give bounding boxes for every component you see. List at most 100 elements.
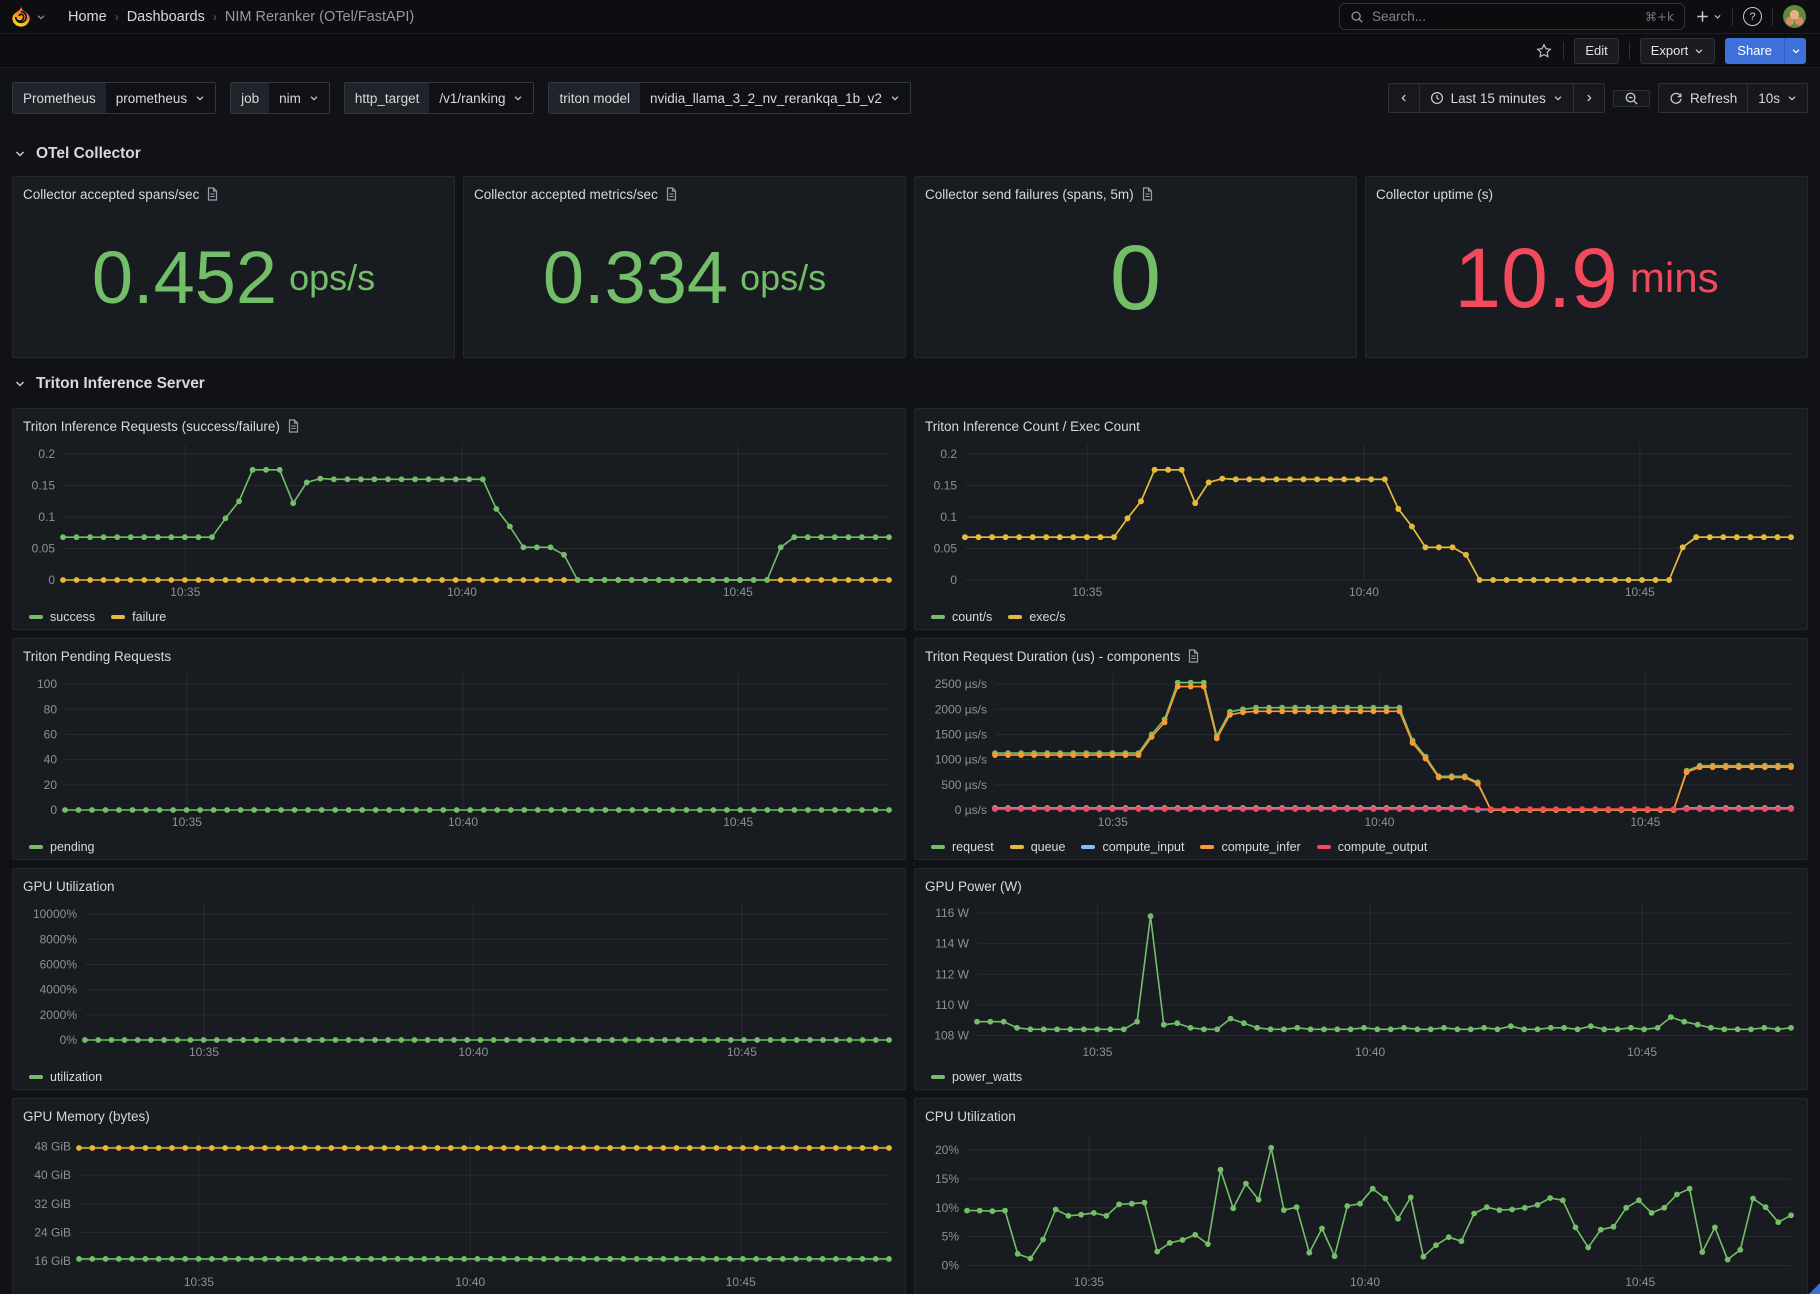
panel-description-icon[interactable] bbox=[665, 187, 678, 201]
variable-job[interactable]: jobnim bbox=[230, 82, 330, 114]
x-axis-label: 10:45 bbox=[723, 815, 753, 829]
time-shift-forward-button[interactable] bbox=[1574, 83, 1605, 113]
stat-unit: mins bbox=[1630, 257, 1719, 299]
panel-description-icon[interactable] bbox=[206, 187, 219, 201]
chart-plot-area[interactable]: 0%2000%4000%6000%8000%10000%10:3510:4010… bbox=[23, 897, 895, 1066]
legend-item-compute-input[interactable]: compute_input bbox=[1081, 840, 1184, 854]
panel-title[interactable]: Triton Pending Requests bbox=[23, 649, 171, 664]
y-axis-label: 114 W bbox=[935, 937, 969, 951]
variable-value-picker[interactable]: nvidia_llama_3_2_nv_rerankqa_1b_v2 bbox=[640, 83, 910, 113]
breadcrumb-dashboards[interactable]: Dashboards bbox=[127, 9, 205, 25]
panel-header: Collector uptime (s) bbox=[1376, 183, 1797, 205]
legend-item-compute-infer[interactable]: compute_infer bbox=[1200, 840, 1300, 854]
y-axis-label: 10% bbox=[935, 1201, 959, 1215]
panel-header: CPU Utilization bbox=[925, 1105, 1797, 1127]
chart-plot-area[interactable]: 00.050.10.150.210:3510:4010:45 bbox=[23, 437, 895, 606]
help-icon[interactable]: ? bbox=[1743, 7, 1762, 26]
legend-item-exec-s[interactable]: exec/s bbox=[1008, 610, 1065, 624]
panel-title[interactable]: GPU Memory (bytes) bbox=[23, 1109, 150, 1124]
panel-title[interactable]: GPU Utilization bbox=[23, 879, 115, 894]
panel-collector-uptime-s: Collector uptime (s)10.9mins bbox=[1365, 176, 1808, 358]
x-axis-label: 10:40 bbox=[447, 585, 477, 599]
legend-item-utilization[interactable]: utilization bbox=[29, 1070, 102, 1084]
series-line-compute-infer bbox=[995, 687, 1791, 810]
resize-corner-indicator[interactable] bbox=[1809, 1283, 1820, 1294]
legend-item-power-watts[interactable]: power_watts bbox=[931, 1070, 1022, 1084]
legend-item-queue[interactable]: queue bbox=[1010, 840, 1066, 854]
variable-value-picker[interactable]: /v1/ranking bbox=[429, 83, 533, 113]
x-axis-label: 10:40 bbox=[1349, 585, 1379, 599]
section-otel-collector[interactable]: OTel Collector bbox=[14, 140, 1808, 168]
chart-plot-area[interactable]: 108 W110 W112 W114 W116 W10:3510:4010:45 bbox=[925, 897, 1797, 1066]
time-shift-back-button[interactable] bbox=[1388, 83, 1420, 113]
panel-description-icon[interactable] bbox=[1141, 187, 1154, 201]
x-axis-label: 10:40 bbox=[1355, 1045, 1385, 1059]
legend-item-request[interactable]: request bbox=[931, 840, 994, 854]
y-axis-label: 0 bbox=[48, 573, 55, 587]
x-axis-label: 10:45 bbox=[723, 585, 753, 599]
panel-title[interactable]: Triton Request Duration (us) - component… bbox=[925, 649, 1180, 664]
x-axis-label: 10:35 bbox=[172, 815, 202, 829]
panel-title[interactable]: CPU Utilization bbox=[925, 1109, 1016, 1124]
x-axis-label: 10:40 bbox=[1350, 1275, 1380, 1289]
panel-description-icon[interactable] bbox=[1187, 649, 1200, 663]
stat-value-container: 0.452ops/s bbox=[23, 205, 444, 351]
legend-item-compute-output[interactable]: compute_output bbox=[1317, 840, 1428, 854]
panel-title[interactable]: Collector send failures (spans, 5m) bbox=[925, 187, 1134, 202]
legend-label: request bbox=[952, 840, 994, 854]
share-button[interactable]: Share bbox=[1725, 38, 1784, 64]
chart-plot-area[interactable]: 02040608010010:3510:4010:45 bbox=[23, 667, 895, 836]
panel-title[interactable]: Collector accepted metrics/sec bbox=[474, 187, 658, 202]
divider bbox=[1563, 42, 1564, 60]
grafana-logo[interactable] bbox=[10, 5, 46, 28]
panel-header: Collector accepted spans/sec bbox=[23, 183, 444, 205]
chart-plot-area[interactable]: 00.050.10.150.210:3510:4010:45 bbox=[925, 437, 1797, 606]
refresh-button[interactable]: Refresh bbox=[1658, 83, 1748, 113]
panel-title[interactable]: Triton Inference Requests (success/failu… bbox=[23, 419, 280, 434]
panel-title[interactable]: GPU Power (W) bbox=[925, 879, 1022, 894]
variable-prometheus[interactable]: Prometheusprometheus bbox=[12, 82, 216, 114]
panel-gpu-memory-bytes: GPU Memory (bytes) 16 GiB24 GiB32 GiB40 G… bbox=[12, 1098, 906, 1294]
search-input[interactable]: Search... ⌘+k bbox=[1339, 3, 1685, 30]
chart-canvas: 02040608010010:3510:4010:45 bbox=[23, 667, 895, 831]
section-triton-inference-server[interactable]: Triton Inference Server bbox=[14, 370, 1808, 398]
stat-value: 0.452 bbox=[92, 241, 277, 315]
zoom-out-button[interactable] bbox=[1613, 90, 1650, 107]
chart-plot-area[interactable]: 16 GiB24 GiB32 GiB40 GiB48 GiB10:3510:40… bbox=[23, 1127, 895, 1294]
panel-description-icon[interactable] bbox=[287, 419, 300, 433]
x-axis-label: 10:35 bbox=[1098, 815, 1128, 829]
chart-plot-area[interactable]: 0%5%10%15%20%10:3510:4010:45 bbox=[925, 1127, 1797, 1294]
variable-value-picker[interactable]: nim bbox=[269, 83, 329, 113]
breadcrumb-home[interactable]: Home bbox=[68, 9, 107, 25]
add-button[interactable] bbox=[1695, 9, 1722, 24]
chevron-down-icon bbox=[1791, 46, 1801, 56]
refresh-interval-picker[interactable]: 10s bbox=[1748, 83, 1808, 113]
time-range-label: Last 15 minutes bbox=[1451, 91, 1546, 106]
legend-item-success[interactable]: success bbox=[29, 610, 95, 624]
time-range-picker[interactable]: Last 15 minutes bbox=[1420, 83, 1574, 113]
variable-triton-model[interactable]: triton modelnvidia_llama_3_2_nv_rerankqa… bbox=[548, 82, 910, 114]
legend-item-failure[interactable]: failure bbox=[111, 610, 166, 624]
chart-plot-area[interactable]: 0 µs/s500 µs/s1000 µs/s1500 µs/s2000 µs/… bbox=[925, 667, 1797, 836]
panel-title[interactable]: Collector accepted spans/sec bbox=[23, 187, 199, 202]
legend-item-count-s[interactable]: count/s bbox=[931, 610, 992, 624]
star-icon[interactable] bbox=[1535, 42, 1553, 60]
variable-value: prometheus bbox=[116, 91, 187, 106]
legend-swatch bbox=[29, 615, 43, 619]
share-menu-button[interactable] bbox=[1784, 38, 1806, 64]
y-axis-label: 0.15 bbox=[32, 479, 56, 493]
panel-title[interactable]: Collector uptime (s) bbox=[1376, 187, 1493, 202]
panel-gpu-power-w: GPU Power (W) 108 W110 W112 W114 W116 W10… bbox=[914, 868, 1808, 1090]
variable-value-picker[interactable]: prometheus bbox=[106, 83, 215, 113]
panel-title[interactable]: Triton Inference Count / Exec Count bbox=[925, 419, 1140, 434]
legend-item-pending[interactable]: pending bbox=[29, 840, 95, 854]
chart-legend: power_watts bbox=[925, 1066, 1797, 1088]
divider bbox=[1732, 8, 1733, 26]
variable-http-target[interactable]: http_target/v1/ranking bbox=[344, 82, 535, 114]
panel-triton-request-duration-us-components: Triton Request Duration (us) - component… bbox=[914, 638, 1808, 860]
edit-button[interactable]: Edit bbox=[1574, 38, 1618, 64]
avatar[interactable] bbox=[1783, 5, 1806, 28]
export-button[interactable]: Export bbox=[1640, 38, 1716, 64]
y-axis-label: 60 bbox=[44, 727, 58, 741]
y-axis-label: 0 µs/s bbox=[955, 803, 987, 817]
